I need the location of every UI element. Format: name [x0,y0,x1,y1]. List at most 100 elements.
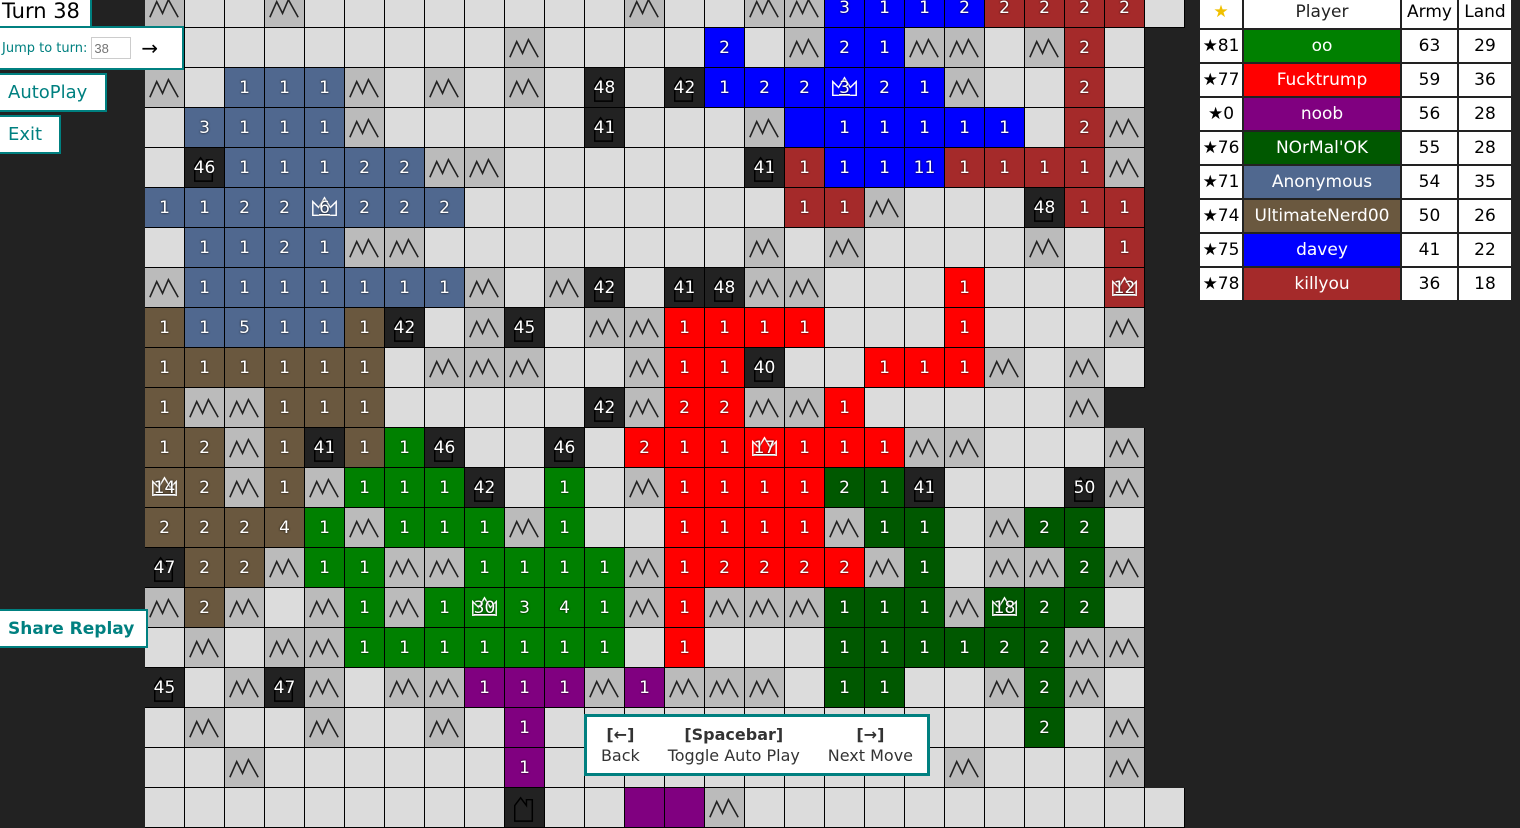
owned-tile[interactable]: 1 [225,348,265,388]
owned-tile[interactable]: 2 [385,148,425,188]
empty-tile[interactable] [785,628,825,668]
empty-tile[interactable] [545,748,585,788]
mountain-tile[interactable] [425,348,465,388]
city-tile[interactable]: 48 [1025,188,1065,228]
owned-tile[interactable]: 2 [225,548,265,588]
empty-tile[interactable] [465,708,505,748]
mountain-tile[interactable] [865,188,905,228]
mountain-tile[interactable] [785,268,825,308]
empty-tile[interactable] [945,548,985,588]
owned-tile[interactable]: 1 [865,508,905,548]
mountain-tile[interactable] [1065,668,1105,708]
jump-turn-input[interactable] [91,37,132,59]
owned-tile[interactable]: 1 [345,428,385,468]
city-tile[interactable]: 42 [585,268,625,308]
owned-tile[interactable]: 1 [385,468,425,508]
owned-tile[interactable]: 2 [745,68,785,108]
empty-tile[interactable] [825,788,865,828]
empty-tile[interactable] [985,468,1025,508]
mountain-tile[interactable] [1025,28,1065,68]
mountain-tile[interactable] [945,428,985,468]
owned-tile[interactable]: 1 [825,428,865,468]
owned-tile[interactable]: 1 [265,148,305,188]
owned-tile[interactable]: 1 [345,388,385,428]
empty-tile[interactable] [905,188,945,228]
owned-tile[interactable]: 1 [385,508,425,548]
empty-tile[interactable] [1145,788,1185,828]
empty-tile[interactable] [225,0,265,28]
owned-tile[interactable]: 1 [865,668,905,708]
owned-tile[interactable]: 1 [945,308,985,348]
empty-tile[interactable] [745,28,785,68]
empty-tile[interactable] [505,108,545,148]
empty-tile[interactable] [385,0,425,28]
mountain-tile[interactable] [585,668,625,708]
owned-tile[interactable]: 1 [945,148,985,188]
mountain-tile[interactable] [625,388,665,428]
mountain-tile[interactable] [705,588,745,628]
empty-tile[interactable] [705,228,745,268]
mountain-tile[interactable] [625,588,665,628]
mountain-tile[interactable] [1105,548,1145,588]
mountain-tile[interactable] [625,548,665,588]
owned-tile[interactable]: 1 [665,508,705,548]
empty-tile[interactable] [345,708,385,748]
owned-tile[interactable]: 1 [265,428,305,468]
empty-tile[interactable] [505,228,545,268]
owned-tile[interactable]: 4 [545,588,585,628]
empty-tile[interactable] [905,308,945,348]
empty-tile[interactable] [825,268,865,308]
owned-tile[interactable]: 1 [665,588,705,628]
empty-tile[interactable] [345,668,385,708]
autoplay-toggle-control[interactable]: [Spacebar] Toggle Auto Play [668,724,800,766]
empty-tile[interactable] [705,108,745,148]
owned-tile[interactable]: 2 [705,388,745,428]
empty-tile[interactable] [1025,268,1065,308]
owned-tile[interactable]: 1 [545,548,585,588]
city-tile[interactable]: 50 [1065,468,1105,508]
empty-tile[interactable] [185,668,225,708]
empty-tile[interactable] [585,28,625,68]
empty-tile[interactable] [1025,788,1065,828]
owned-tile[interactable]: 1 [425,628,465,668]
owned-tile[interactable]: 1 [345,348,385,388]
city-tile[interactable]: 40 [745,348,785,388]
general-tile[interactable]: 6 [305,188,345,228]
empty-tile[interactable] [1025,468,1065,508]
mountain-tile[interactable] [785,28,825,68]
empty-tile[interactable] [465,788,505,828]
mountain-tile[interactable] [265,628,305,668]
owned-tile[interactable]: 2 [185,468,225,508]
owned-tile[interactable]: 1 [145,428,185,468]
owned-tile[interactable]: 2 [225,508,265,548]
mountain-tile[interactable] [505,28,545,68]
empty-tile[interactable] [1105,68,1145,108]
owned-tile[interactable]: 1 [265,108,305,148]
owned-tile[interactable]: 1 [465,628,505,668]
empty-tile[interactable] [185,28,225,68]
empty-tile[interactable] [825,308,865,348]
owned-tile[interactable]: 2 [665,388,705,428]
mountain-tile[interactable] [465,268,505,308]
jump-go-icon[interactable]: → [141,36,158,60]
owned-tile[interactable]: 1 [305,148,345,188]
owned-tile[interactable]: 1 [985,108,1025,148]
owned-tile[interactable]: 1 [185,268,225,308]
mountain-tile[interactable] [1065,388,1105,428]
mountain-tile[interactable] [1065,628,1105,668]
city-tile[interactable]: 41 [665,268,705,308]
empty-tile[interactable] [825,348,865,388]
owned-tile[interactable]: 2 [745,548,785,588]
empty-tile[interactable] [905,788,945,828]
empty-tile[interactable] [1025,748,1065,788]
city-tile[interactable]: 41 [585,108,625,148]
empty-tile[interactable] [505,468,545,508]
empty-tile[interactable] [585,148,625,188]
owned-tile[interactable]: 1 [945,628,985,668]
general-tile[interactable]: 3 [825,68,865,108]
empty-tile[interactable] [945,188,985,228]
empty-tile[interactable] [385,388,425,428]
owned-tile[interactable]: 1 [985,148,1025,188]
owned-tile[interactable]: 2 [985,628,1025,668]
owned-tile[interactable]: 1 [665,628,705,668]
